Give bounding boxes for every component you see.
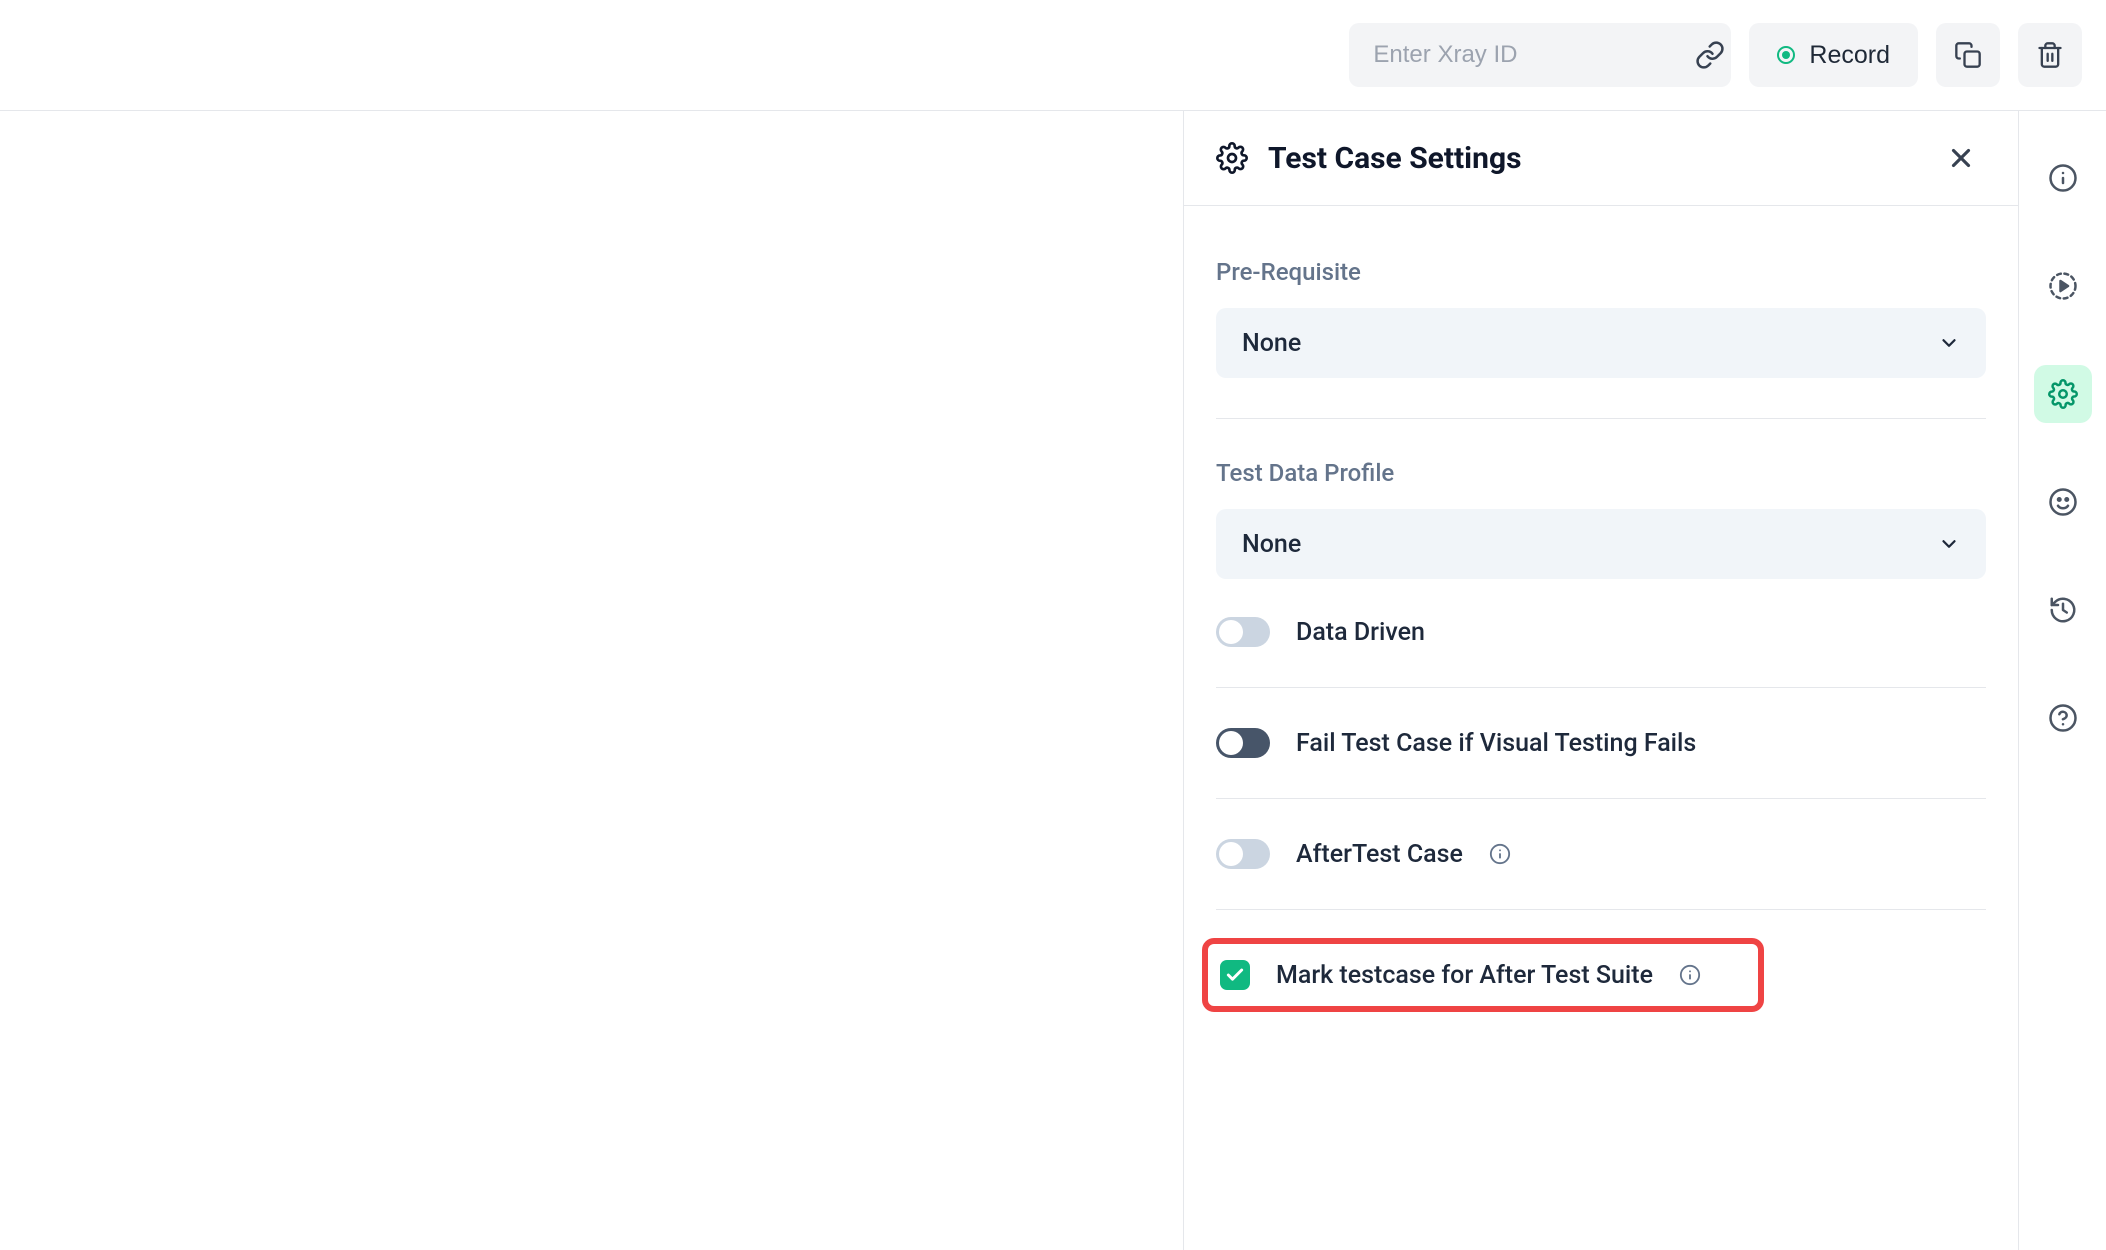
- rail-assignee[interactable]: [2034, 473, 2092, 531]
- info-icon: [2048, 163, 2078, 193]
- rail-run[interactable]: [2034, 257, 2092, 315]
- test-data-profile-section: Test Data Profile None Data Driven: [1216, 419, 1986, 688]
- after-test-case-toggle[interactable]: [1216, 839, 1270, 869]
- trash-icon: [2036, 41, 2064, 69]
- panel-title: Test Case Settings: [1268, 141, 1522, 176]
- gear-icon: [2048, 379, 2078, 409]
- record-button[interactable]: Record: [1749, 23, 1918, 87]
- pre-requisite-value: None: [1242, 329, 1301, 358]
- chevron-down-icon: [1938, 533, 1960, 555]
- close-icon: [1946, 143, 1976, 173]
- panel-header: Test Case Settings: [1184, 111, 2018, 206]
- mark-after-suite-label: Mark testcase for After Test Suite: [1276, 961, 1653, 990]
- rail-help[interactable]: [2034, 689, 2092, 747]
- check-icon: [1225, 965, 1245, 985]
- data-driven-label: Data Driven: [1296, 618, 1425, 647]
- panel-body: Pre-Requisite None Test Data Profile Non…: [1184, 206, 2018, 1052]
- link-icon[interactable]: [1695, 40, 1725, 70]
- mark-after-suite-checkbox[interactable]: [1220, 960, 1250, 990]
- after-test-case-row: AfterTest Case: [1216, 839, 1986, 869]
- fail-visual-row: Fail Test Case if Visual Testing Fails: [1216, 728, 1986, 758]
- chevron-down-icon: [1938, 332, 1960, 354]
- xray-input-container: [1349, 23, 1731, 87]
- close-button[interactable]: [1942, 139, 1980, 177]
- delete-button[interactable]: [2018, 23, 2082, 87]
- face-icon: [2048, 487, 2078, 517]
- fail-visual-section: Fail Test Case if Visual Testing Fails: [1216, 688, 1986, 799]
- data-driven-toggle[interactable]: [1216, 617, 1270, 647]
- after-test-case-section: AfterTest Case: [1216, 799, 1986, 910]
- record-label: Record: [1809, 41, 1890, 70]
- fail-visual-label: Fail Test Case if Visual Testing Fails: [1296, 729, 1696, 758]
- play-dashed-icon: [2048, 271, 2078, 301]
- xray-id-input[interactable]: [1373, 41, 1683, 69]
- pre-requisite-label: Pre-Requisite: [1216, 258, 1986, 286]
- test-data-profile-select[interactable]: None: [1216, 509, 1986, 579]
- info-icon[interactable]: [1679, 964, 1701, 986]
- gear-icon: [1216, 142, 1248, 174]
- fail-visual-toggle[interactable]: [1216, 728, 1270, 758]
- record-dot-icon: [1777, 46, 1795, 64]
- rail-history[interactable]: [2034, 581, 2092, 639]
- copy-icon: [1954, 41, 1982, 69]
- mark-after-suite-row: Mark testcase for After Test Suite: [1208, 944, 1758, 1006]
- right-rail: [2018, 111, 2106, 1250]
- test-data-profile-value: None: [1242, 530, 1301, 559]
- rail-settings[interactable]: [2034, 365, 2092, 423]
- pre-requisite-section: Pre-Requisite None: [1216, 206, 1986, 419]
- settings-panel: Test Case Settings Pre-Requisite None Te…: [1183, 111, 2018, 1250]
- help-icon: [2048, 703, 2078, 733]
- test-data-profile-label: Test Data Profile: [1216, 459, 1986, 487]
- history-icon: [2048, 595, 2078, 625]
- copy-button[interactable]: [1936, 23, 2000, 87]
- data-driven-row: Data Driven: [1216, 617, 1986, 647]
- info-icon[interactable]: [1489, 843, 1511, 865]
- after-test-case-label: AfterTest Case: [1296, 840, 1463, 869]
- mark-after-suite-section: Mark testcase for After Test Suite: [1216, 910, 1986, 1052]
- top-toolbar: Record: [0, 0, 2106, 111]
- rail-info[interactable]: [2034, 149, 2092, 207]
- pre-requisite-select[interactable]: None: [1216, 308, 1986, 378]
- highlight-annotation: Mark testcase for After Test Suite: [1202, 938, 1764, 1012]
